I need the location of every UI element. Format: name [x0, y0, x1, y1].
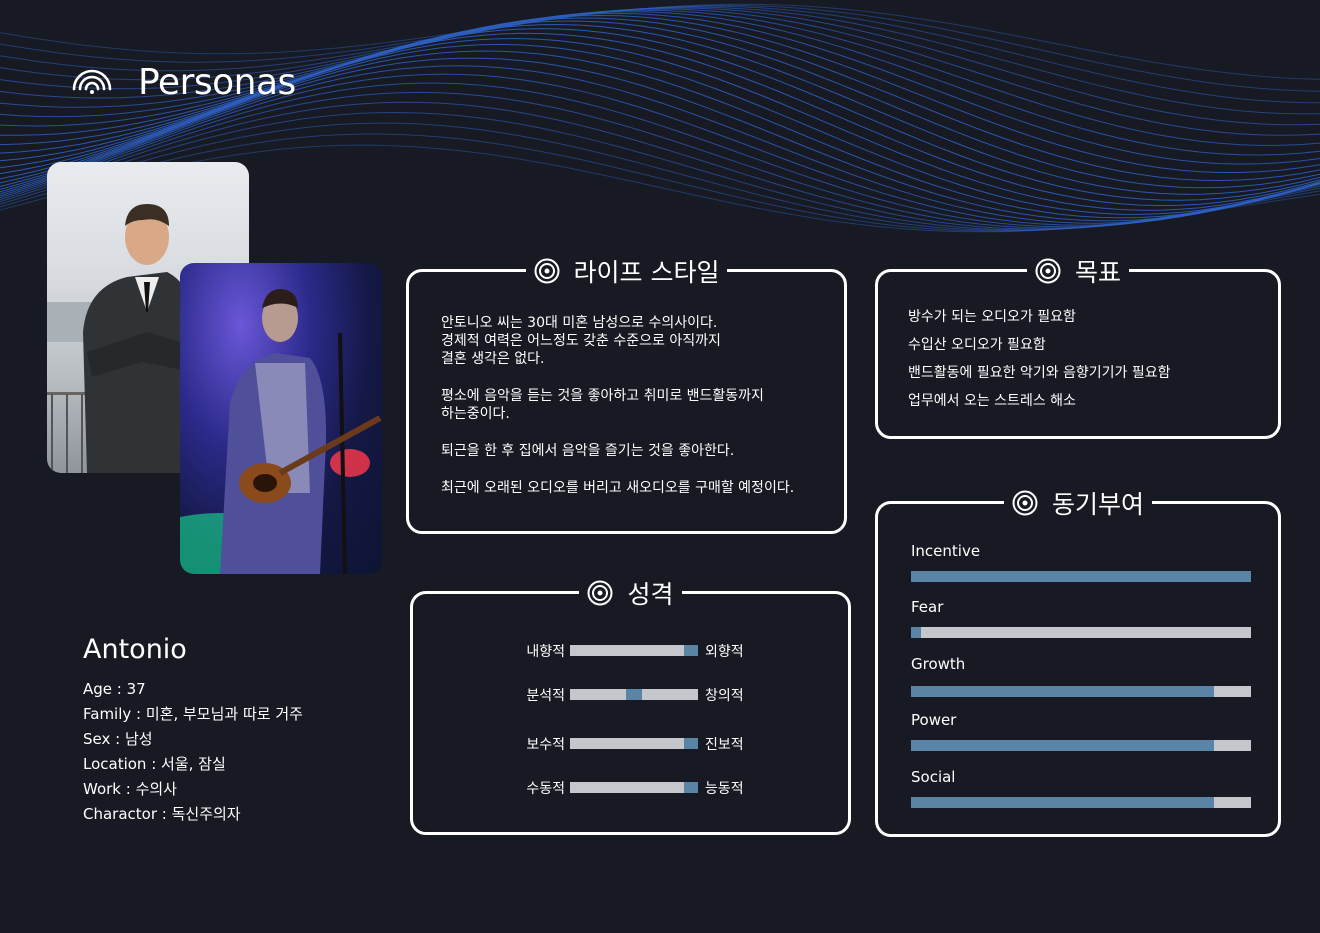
trait-bar [570, 689, 698, 700]
header: Personas [72, 62, 296, 103]
motivation-fill [911, 686, 1214, 697]
lifestyle-paragraph: 평소에 음악을 듣는 것을 좋아하고 취미로 밴드활동까지 하는중이다. [441, 388, 764, 422]
lifestyle-paragraph: 최근에 오래된 오디오를 버리고 새오디오를 구매할 예정이다. [441, 480, 795, 496]
motivation-fill [911, 571, 1251, 582]
lifestyle-text: 안토니오 씨는 30대 미혼 남성으로 수의사이다. 경제적 여력은 어느정도 … [441, 314, 841, 516]
motivation-item: Fear [911, 597, 1251, 638]
goals-card: 목표 방수가 되는 오디오가 필요함 수입산 오디오가 필요함 밴드활동에 필요… [875, 254, 1281, 439]
personality-title: 성격 [627, 580, 674, 609]
trait-bar [570, 782, 698, 793]
motivation-label: Fear [911, 598, 944, 616]
profile-value: 독신주의자 [171, 805, 241, 823]
goal-item: 수입산 오디오가 필요함 [908, 337, 1046, 353]
profile-row: Charactor : 독신주의자 [83, 805, 241, 823]
motivation-title: 동기부여 [1051, 490, 1144, 519]
page-title: Personas [138, 62, 296, 103]
motivation-bar [911, 571, 1251, 582]
trait-right-label: 창의적 [705, 688, 744, 704]
trait-marker [626, 689, 642, 700]
trait-row: 보수적 진보적 [413, 734, 854, 754]
target-icon [587, 580, 613, 606]
profile-value: 수의사 [135, 780, 177, 798]
persona-photo-guitarist [180, 263, 382, 574]
trait-row: 내향적 외향적 [413, 641, 854, 661]
target-icon [534, 258, 560, 284]
motivation-bar [911, 797, 1251, 808]
trait-marker [683, 738, 698, 749]
trait-bar [570, 738, 698, 749]
motivation-label: Power [911, 711, 957, 729]
trait-marker [683, 645, 698, 656]
motivation-bar [911, 686, 1251, 697]
motivation-fill [911, 627, 922, 638]
motivation-item: Growth [911, 654, 1251, 697]
trait-right-label: 능동적 [705, 781, 744, 797]
motivation-item: Social [911, 767, 1251, 808]
profile-row: Sex : 남성 [83, 730, 153, 748]
motivation-fill [911, 740, 1214, 751]
profile-value: 서울, 잠실 [161, 755, 226, 773]
profile-row: Work : 수의사 [83, 780, 177, 798]
lifestyle-paragraph: 퇴근을 한 후 집에서 음악을 즐기는 것을 좋아한다. [441, 443, 735, 459]
lifestyle-title: 라이프 스타일 [573, 258, 720, 287]
motivation-fill [911, 797, 1214, 808]
profile-row: Location : 서울, 잠실 [83, 755, 226, 773]
goal-item: 방수가 되는 오디오가 필요함 [908, 309, 1076, 325]
persona-profile: Antonio Age : 37 Family : 미혼, 부모님과 따로 거주… [83, 634, 303, 827]
trait-row: 수동적 능동적 [413, 778, 854, 798]
trait-left-label: 분석적 [526, 688, 565, 704]
motivation-label: Social [911, 768, 956, 786]
signal-arc-icon [72, 69, 112, 94]
trait-marker [683, 782, 698, 793]
lifestyle-card: 라이프 스타일 안토니오 씨는 30대 미혼 남성으로 수의사이다. 경제적 여… [406, 254, 847, 534]
profile-row: Family : 미혼, 부모님과 따로 거주 [83, 705, 303, 723]
motivation-card: 동기부여 Incentive Fear Growth Power Social [875, 486, 1281, 837]
profile-label: Work [83, 780, 121, 798]
profile-label: Sex [83, 730, 111, 748]
profile-value: 37 [126, 680, 146, 698]
goal-item: 업무에서 오는 스트레스 해소 [908, 393, 1076, 409]
goal-list: 방수가 되는 오디오가 필요함 수입산 오디오가 필요함 밴드활동에 필요한 악… [908, 308, 1171, 420]
trait-left-label: 내향적 [526, 644, 565, 660]
target-icon [1012, 490, 1038, 516]
goals-title: 목표 [1074, 258, 1121, 287]
motivation-bar [911, 627, 1251, 638]
trait-left-label: 보수적 [526, 737, 565, 753]
trait-bar [570, 645, 698, 656]
motivation-item: Power [911, 710, 1251, 751]
motivation-label: Growth [911, 655, 966, 673]
motivation-bar [911, 740, 1251, 751]
profile-value: 미혼, 부모님과 따로 거주 [145, 705, 303, 723]
profile-label: Charactor [83, 805, 158, 823]
personality-card: 성격 내향적 외향적 분석적 창의적 보수적 진보적 수동적 능동적 [410, 576, 854, 835]
motivation-item: Incentive [911, 541, 1251, 582]
goal-item: 밴드활동에 필요한 악기와 음향기기가 필요함 [908, 365, 1171, 381]
profile-label: Age [83, 680, 113, 698]
profile-row: Age : 37 [83, 680, 146, 698]
lifestyle-paragraph: 안토니오 씨는 30대 미혼 남성으로 수의사이다. 경제적 여력은 어느정도 … [441, 315, 721, 367]
profile-label: Family [83, 705, 132, 723]
trait-row: 분석적 창의적 [413, 685, 854, 705]
trait-right-label: 외향적 [705, 644, 744, 660]
profile-value: 남성 [124, 730, 153, 748]
trait-right-label: 진보적 [705, 737, 744, 753]
trait-left-label: 수동적 [526, 781, 565, 797]
target-icon [1035, 258, 1061, 284]
profile-label: Location [83, 755, 147, 773]
motivation-label: Incentive [911, 542, 981, 560]
persona-name: Antonio [83, 634, 187, 665]
